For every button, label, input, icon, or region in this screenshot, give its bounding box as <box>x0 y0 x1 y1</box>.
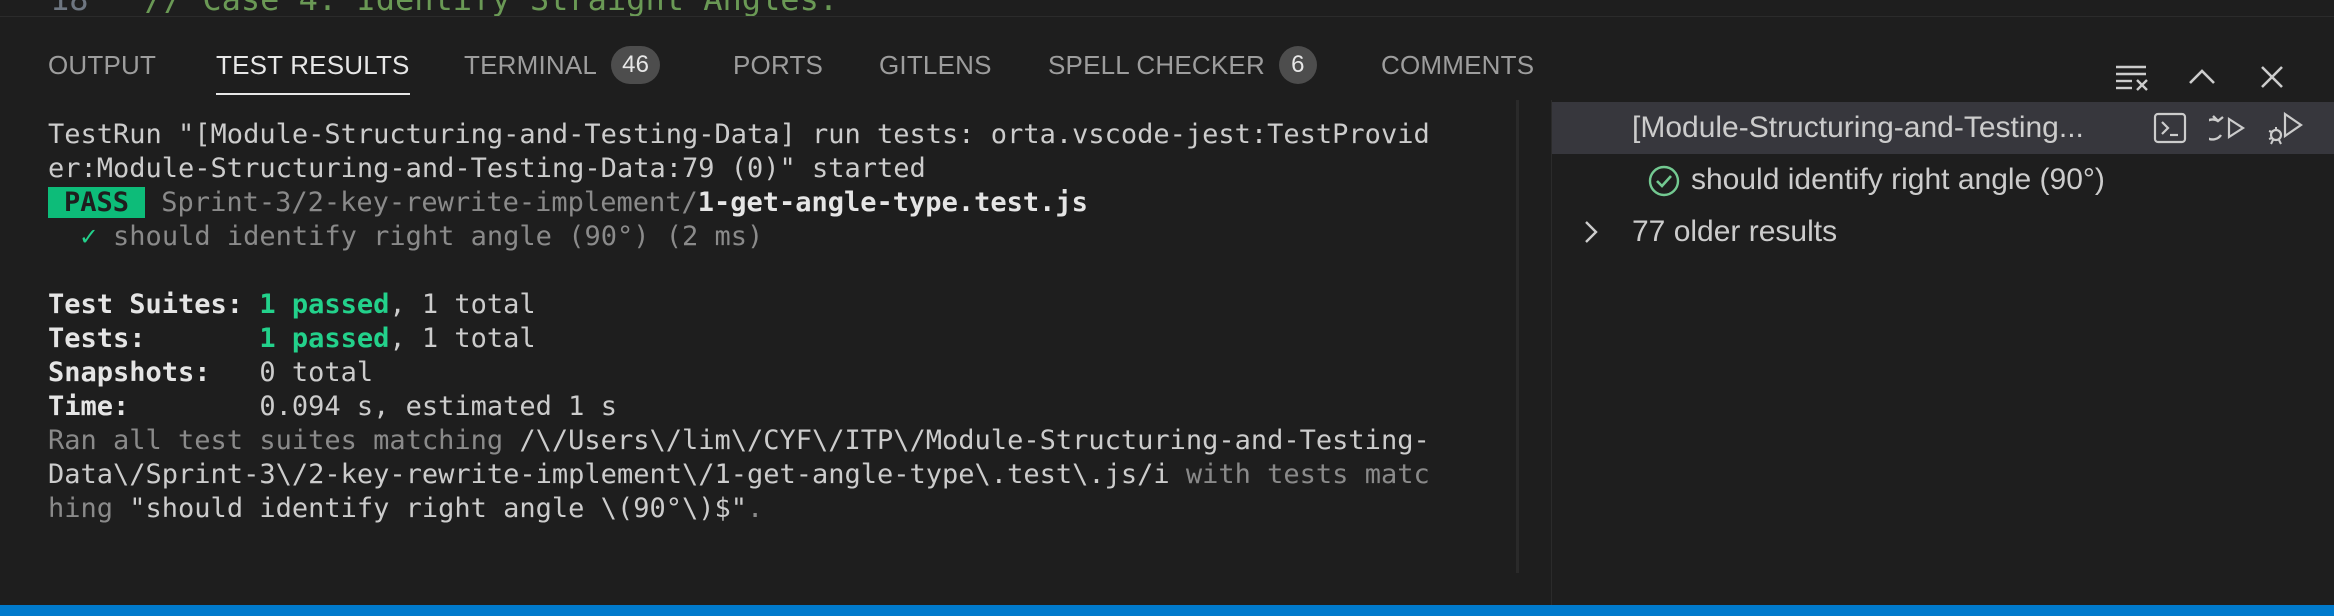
summary-passed: 1 passed <box>259 289 390 320</box>
summary-time: Time: 0.094 s, estimated 1 s <box>48 390 1523 424</box>
output-line: Ran all test suites matching /\/Users\/l… <box>48 424 1523 458</box>
older-results-label: 77 older results <box>1632 215 1838 248</box>
clear-output-icon[interactable] <box>2112 57 2152 97</box>
ran-pattern: /\/Users\/lim\/CYF\/ITP\/Module-Structur… <box>519 425 1430 456</box>
summary-label: Time: <box>48 391 130 422</box>
tab-label: TEST RESULTS <box>216 49 410 80</box>
test-results-tree: [Module-Structuring-and-Testing... shoul… <box>1552 100 2334 605</box>
test-file-name: 1-get-angle-type.test.js <box>697 187 1088 218</box>
debug-icon[interactable] <box>2266 108 2306 148</box>
summary-passed: 1 passed <box>259 323 390 354</box>
ran-name-pattern: "should identify right angle \(90°\)$" <box>129 493 747 524</box>
tab-terminal[interactable]: TERMINAL 46 <box>464 45 661 85</box>
tab-label: OUTPUT <box>48 49 157 80</box>
older-results-item[interactable]: 77 older results <box>1552 206 2334 258</box>
summary-snapshots: Snapshots: 0 total <box>48 356 1523 390</box>
test-item[interactable]: should identify right angle (90°) <box>1552 154 2334 206</box>
test-run-item[interactable]: [Module-Structuring-and-Testing... <box>1552 102 2334 154</box>
summary-value: 0 total <box>259 357 374 388</box>
line-number: 18 <box>50 0 89 16</box>
close-icon[interactable] <box>2252 57 2292 97</box>
tab-output[interactable]: OUTPUT <box>48 45 156 85</box>
output-line: hing "should identify right angle \(90°\… <box>48 492 1523 526</box>
status-bar <box>0 605 2334 616</box>
summary-label: Tests: <box>48 323 146 354</box>
tab-spell-checker[interactable]: SPELL CHECKER 6 <box>1048 45 1317 85</box>
ran-end: . <box>747 493 764 524</box>
summary-label: Snapshots: <box>48 357 211 388</box>
summary-value: 0.094 s, estimated 1 s <box>259 391 617 422</box>
check-circle-icon <box>1647 164 1681 206</box>
pass-badge: PASS <box>48 187 146 218</box>
chevron-up-icon[interactable] <box>2182 57 2222 97</box>
test-run-actions <box>2150 108 2306 148</box>
tab-ports[interactable]: PORTS <box>733 45 823 85</box>
chevron-right-icon[interactable] <box>1582 219 1600 253</box>
panel-actions <box>2112 57 2292 97</box>
output-line: PASS Sprint-3/2-key-rewrite-implement/1-… <box>48 186 1523 220</box>
tab-label: COMMENTS <box>1381 49 1535 80</box>
tab-label: TERMINAL <box>464 49 598 80</box>
test-output[interactable]: TestRun "[Module-Structuring-and-Testing… <box>48 118 1523 573</box>
rerun-icon[interactable] <box>2208 108 2248 148</box>
test-run-label: [Module-Structuring-and-Testing... <box>1632 111 2084 144</box>
tab-test-results[interactable]: TEST RESULTS <box>216 45 410 95</box>
ran-prefix: Ran all test suites matching <box>48 425 520 456</box>
output-blank-line <box>48 254 1523 288</box>
output-line: ✓ should identify right angle (90°) (2 m… <box>48 220 1523 254</box>
editor-line-fragment: 18 // Case 4: Identify Straight Angles: <box>0 0 2334 17</box>
test-file-dir: Sprint-3/2-key-rewrite-implement/ <box>161 187 698 218</box>
tab-gitlens[interactable]: GITLENS <box>879 45 992 85</box>
output-line: er:Module-Structuring-and-Testing-Data:7… <box>48 153 926 184</box>
ran-pattern: Data\/Sprint-3\/2-key-rewrite-implement\… <box>48 459 1170 490</box>
terminal-icon[interactable] <box>2150 108 2190 148</box>
test-item-label: should identify right angle (90°) <box>1691 163 2105 196</box>
terminal-count-badge: 46 <box>611 46 661 84</box>
summary-suites: Test Suites: 1 passed, 1 total <box>48 288 1523 322</box>
summary-total: , 1 total <box>389 289 536 320</box>
tab-label: SPELL CHECKER <box>1048 49 1265 80</box>
summary-total: , 1 total <box>389 323 536 354</box>
panel-tab-bar: OUTPUT TEST RESULTS TERMINAL 46 PORTS GIT… <box>0 17 2334 101</box>
spell-checker-count-badge: 6 <box>1278 46 1317 84</box>
ran-with: hing <box>48 493 130 524</box>
output-line: Data\/Sprint-3\/2-key-rewrite-implement\… <box>48 458 1523 492</box>
tab-label: PORTS <box>733 49 824 80</box>
check-icon: ✓ <box>80 221 97 252</box>
output-line: TestRun "[Module-Structuring-and-Testing… <box>48 119 1430 150</box>
output-scrollbar[interactable] <box>1516 100 1519 573</box>
tab-label: GITLENS <box>879 49 992 80</box>
code-comment: // Case 4: Identify Straight Angles: <box>145 0 839 16</box>
test-case: should identify right angle (90°) (2 ms) <box>113 221 764 252</box>
summary-label: Test Suites: <box>48 289 244 320</box>
summary-tests: Tests: 1 passed, 1 total <box>48 322 1523 356</box>
tab-comments[interactable]: COMMENTS <box>1381 45 1534 85</box>
ran-with: with tests matc <box>1169 459 1430 490</box>
